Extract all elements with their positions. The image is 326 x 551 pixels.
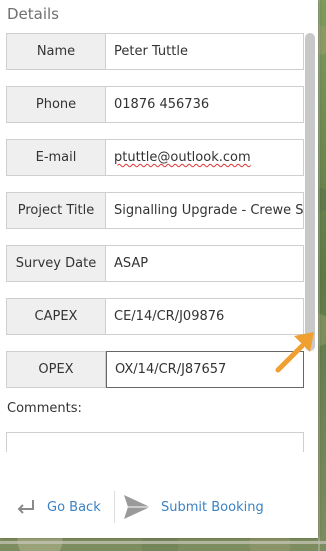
send-icon xyxy=(124,495,150,519)
return-arrow-icon xyxy=(17,500,34,514)
form-scroll-area[interactable]: Name Peter Tuttle Phone 01876 456736 E-m… xyxy=(0,27,318,452)
submit-booking-label: Submit Booking xyxy=(161,499,264,515)
survey-date-field[interactable]: ASAP xyxy=(106,246,303,281)
go-back-button[interactable]: Go Back xyxy=(15,491,101,523)
email-value: ptuttle@outlook.com xyxy=(114,150,251,165)
survey-date-row: Survey Date ASAP xyxy=(6,245,304,282)
comments-label: Comments: xyxy=(7,401,82,416)
phone-label: Phone xyxy=(7,87,106,122)
project-title-field[interactable]: Signalling Upgrade - Crewe Se xyxy=(106,193,303,228)
email-field[interactable]: ptuttle@outlook.com xyxy=(106,140,303,175)
panel-title: Details xyxy=(7,5,60,23)
project-title-label: Project Title xyxy=(7,193,106,228)
pointer-arrow-icon xyxy=(275,332,314,373)
name-label: Name xyxy=(7,34,106,69)
scrollbar-thumb[interactable] xyxy=(305,33,315,351)
opex-label: OPEX xyxy=(7,352,106,387)
submit-booking-button[interactable]: Submit Booking xyxy=(123,491,264,523)
name-row: Name Peter Tuttle xyxy=(6,33,304,70)
email-label: E-mail xyxy=(7,140,106,175)
capex-label: CAPEX xyxy=(7,299,106,334)
survey-date-label: Survey Date xyxy=(7,246,106,281)
go-back-label: Go Back xyxy=(47,499,101,515)
comments-textarea[interactable] xyxy=(6,432,304,452)
email-row: E-mail ptuttle@outlook.com xyxy=(6,139,304,176)
details-panel: Details Name Peter Tuttle Phone 01876 45… xyxy=(0,0,318,538)
phone-row: Phone 01876 456736 xyxy=(6,86,304,123)
name-field[interactable]: Peter Tuttle xyxy=(106,34,303,69)
phone-field[interactable]: 01876 456736 xyxy=(106,87,303,122)
project-title-row: Project Title Signalling Upgrade - Crewe… xyxy=(6,192,304,229)
opex-row: OPEX OX/14/CR/J87657 xyxy=(6,351,304,388)
map-road xyxy=(0,541,326,544)
map-road xyxy=(318,0,320,551)
capex-row: CAPEX CE/14/CR/J09876 xyxy=(6,298,304,335)
footer-divider xyxy=(114,491,115,523)
